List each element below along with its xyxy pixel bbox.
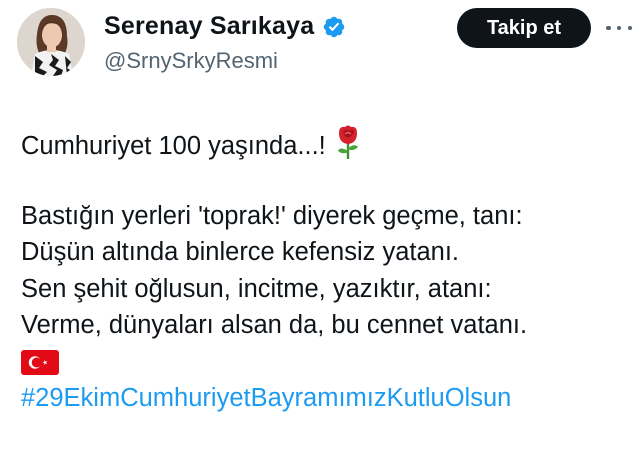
author-display-name[interactable]: Serenay Sarıkaya [104,12,314,41]
poem-line: Verme, dünyaları alsan da, bu cennet vat… [21,311,528,339]
poem-line: Bastığın yerleri 'toprak!' diyerek geçme… [21,201,523,230]
poem-line: Sen şehit oğlusun, incitme, yazıktır, at… [21,274,492,303]
poem-line: Düşün altında binlerce kefensiz yatanı. [21,238,460,266]
avatar-image [17,8,85,76]
flag-line [21,344,631,381]
author-name-row: Serenay Sarıkaya [104,12,346,41]
tweet-text: Cumhuriyet 100 yaşında...! Bastığın yerl… [21,124,631,417]
hashtag-link[interactable]: #29EkimCumhuriyetBayramımızKutluOlsun [21,384,511,412]
verified-badge-icon [324,16,345,37]
author-handle[interactable]: @SrnySrkyResmi [104,48,278,74]
rose-icon [337,125,358,159]
avatar[interactable] [17,8,85,76]
tweet-heading-text: Cumhuriyet 100 yaşında...! [21,132,326,160]
more-options-icon[interactable] [606,18,632,38]
turkey-flag-icon [21,349,59,375]
tweet-line-heading: Cumhuriyet 100 yaşında...! [21,124,631,161]
follow-button[interactable]: Takip et [457,8,591,48]
